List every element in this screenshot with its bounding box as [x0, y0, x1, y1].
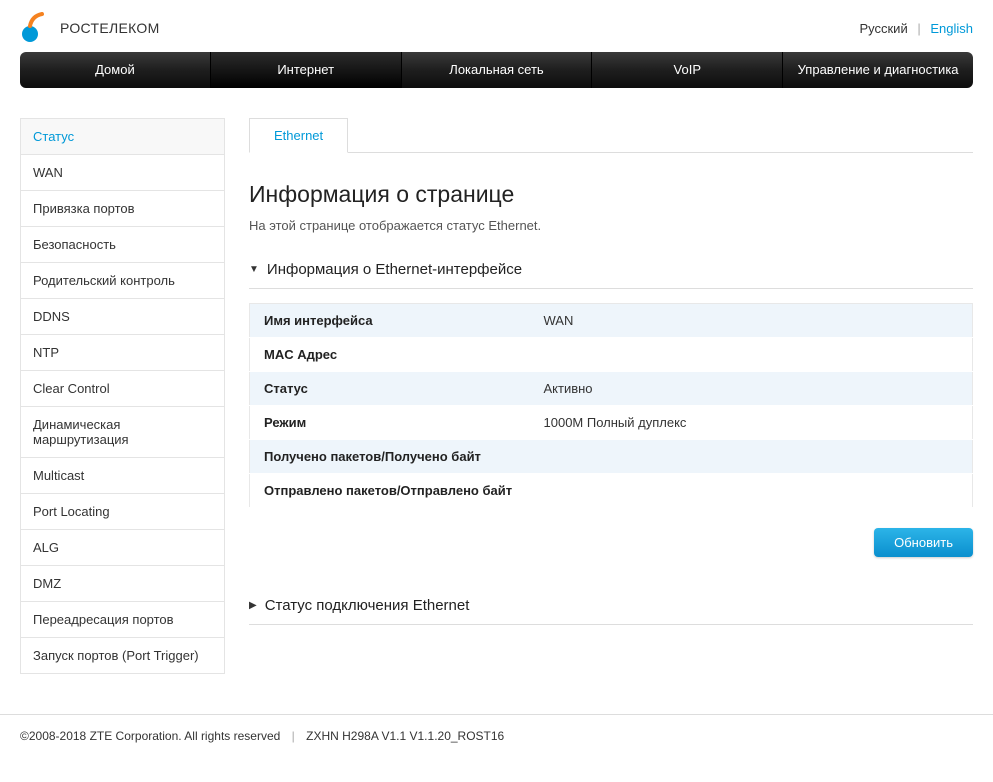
section-connection-status-header[interactable]: ▶ Статус подключения Ethernet [249, 597, 973, 625]
sidebar-item-dmz[interactable]: DMZ [20, 566, 225, 602]
row-mode-val: 1000M Полный дуплекс [530, 406, 973, 440]
main-nav: Домой Интернет Локальная сеть VoIP Управ… [20, 52, 973, 88]
footer-copyright: ©2008-2018 ZTE Corporation. All rights r… [20, 729, 280, 743]
sidebar-item-status[interactable]: Статус [20, 118, 225, 155]
lang-separator: | [917, 21, 920, 36]
table-row: Отправлено пакетов/Отправлено байт [250, 474, 973, 508]
footer-separator: | [292, 729, 295, 743]
nav-management[interactable]: Управление и диагностика [783, 52, 973, 88]
sidebar-item-port-trigger[interactable]: Запуск портов (Port Trigger) [20, 638, 225, 674]
tab-ethernet[interactable]: Ethernet [249, 118, 348, 153]
sidebar-item-parental[interactable]: Родительский контроль [20, 263, 225, 299]
nav-home[interactable]: Домой [20, 52, 211, 88]
logo-text: Ростелеком [60, 20, 160, 36]
sidebar-item-port-binding[interactable]: Привязка портов [20, 191, 225, 227]
main-content: Ethernet Информация о странице На этой с… [249, 118, 973, 674]
sidebar-item-ntp[interactable]: NTP [20, 335, 225, 371]
row-mac-key: MAC Адрес [250, 338, 530, 372]
row-received-val [530, 440, 973, 474]
row-sent-val [530, 474, 973, 508]
table-row: Имя интерфейса WAN [250, 304, 973, 338]
row-mode-key: Режим [250, 406, 530, 440]
sidebar-item-clear-control[interactable]: Clear Control [20, 371, 225, 407]
triangle-right-icon: ▶ [249, 600, 257, 611]
nav-internet[interactable]: Интернет [211, 52, 402, 88]
table-row: Статус Активно [250, 372, 973, 406]
row-status-key: Статус [250, 372, 530, 406]
header: Ростелеком Русский | English [0, 0, 993, 52]
table-row: MAC Адрес [250, 338, 973, 372]
triangle-down-icon: ▼ [249, 264, 259, 275]
tabs: Ethernet [249, 118, 973, 153]
table-row: Режим 1000M Полный дуплекс [250, 406, 973, 440]
button-row: Обновить [249, 528, 973, 557]
nav-voip[interactable]: VoIP [592, 52, 783, 88]
lang-english[interactable]: English [930, 21, 973, 36]
sidebar-item-wan[interactable]: WAN [20, 155, 225, 191]
language-switcher: Русский | English [859, 21, 973, 36]
page-description: На этой странице отображается статус Eth… [249, 218, 973, 233]
footer-model: ZXHN H298A V1.1 V1.1.20_ROST16 [306, 729, 504, 743]
lang-russian[interactable]: Русский [859, 21, 907, 36]
row-mac-val [530, 338, 973, 372]
row-interface-name-val: WAN [530, 304, 973, 338]
section-ethernet-info-header[interactable]: ▼ Информация о Ethernet-интерфейсе [249, 261, 973, 289]
logo-icon [20, 12, 52, 44]
sidebar: Статус WAN Привязка портов Безопасность … [20, 118, 225, 674]
sidebar-item-port-locating[interactable]: Port Locating [20, 494, 225, 530]
footer: ©2008-2018 ZTE Corporation. All rights r… [0, 714, 993, 757]
table-row: Получено пакетов/Получено байт [250, 440, 973, 474]
page-title: Информация о странице [249, 181, 973, 208]
section-ethernet-info-title: Информация о Ethernet-интерфейсе [267, 261, 522, 278]
refresh-button[interactable]: Обновить [874, 528, 973, 557]
row-received-key: Получено пакетов/Получено байт [250, 440, 530, 474]
sidebar-item-ddns[interactable]: DDNS [20, 299, 225, 335]
content-container: Статус WAN Привязка портов Безопасность … [20, 118, 973, 674]
nav-lan[interactable]: Локальная сеть [402, 52, 593, 88]
sidebar-item-security[interactable]: Безопасность [20, 227, 225, 263]
sidebar-item-port-forwarding[interactable]: Переадресация портов [20, 602, 225, 638]
section-connection-status-title: Статус подключения Ethernet [265, 597, 470, 614]
logo: Ростелеком [20, 12, 160, 44]
sidebar-item-multicast[interactable]: Multicast [20, 458, 225, 494]
sidebar-item-alg[interactable]: ALG [20, 530, 225, 566]
row-status-val: Активно [530, 372, 973, 406]
row-interface-name-key: Имя интерфейса [250, 304, 530, 338]
sidebar-item-routing[interactable]: Динамическая маршрутизация [20, 407, 225, 458]
ethernet-info-table: Имя интерфейса WAN MAC Адрес Статус Акти… [249, 303, 973, 508]
row-sent-key: Отправлено пакетов/Отправлено байт [250, 474, 530, 508]
